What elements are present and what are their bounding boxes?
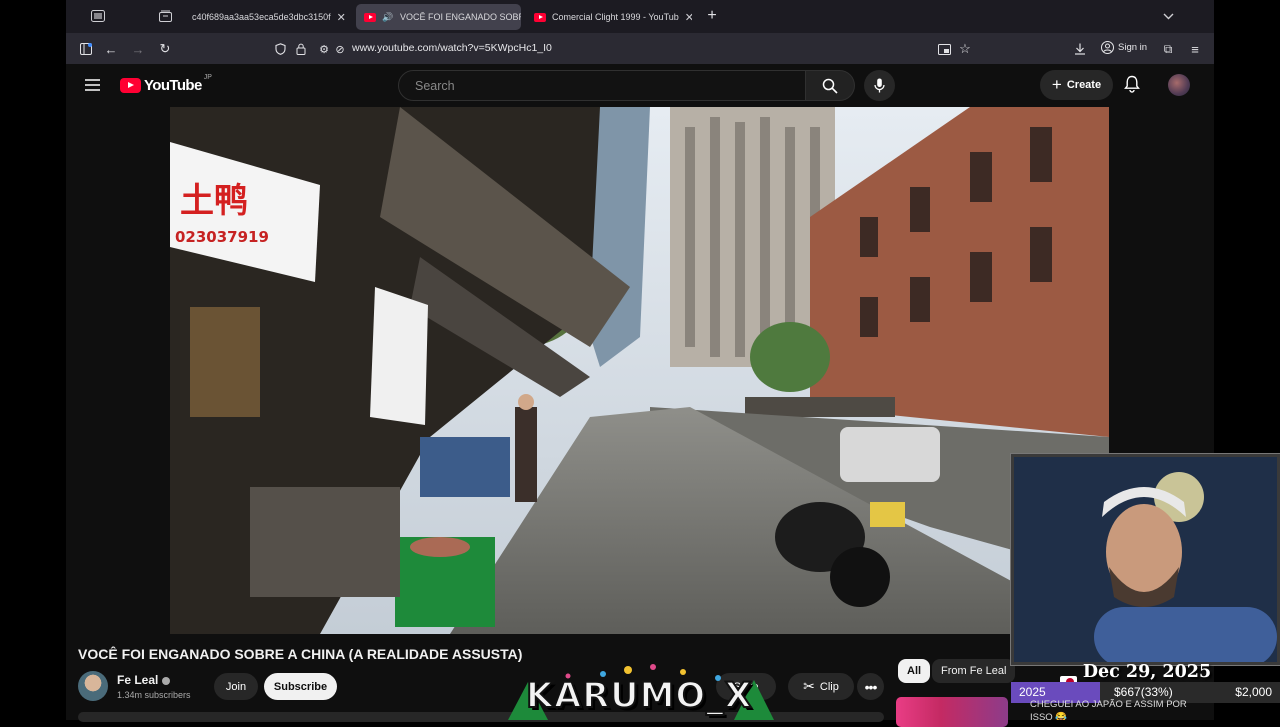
youtube-wordmark: YouTube [144,77,202,94]
goal-target: $2,000 [1235,685,1272,699]
close-icon[interactable]: ✕ [331,11,346,24]
youtube-header: YouTube JP + Create [66,64,1214,107]
forward-arrow-icon[interactable]: → [128,39,148,59]
sign-in-label: Sign in [1118,42,1148,53]
recommended-video-thumbnail[interactable] [896,697,1008,727]
region-code: JP [203,74,212,81]
video-frame: 土鸭 023037919 [170,107,1109,634]
youtube-favicon-icon [364,11,376,23]
sidebar-toggle-icon[interactable] [88,6,108,26]
subscribe-button[interactable]: Subscribe [264,673,337,700]
voice-search-button[interactable] [864,70,895,101]
bookmark-star-icon[interactable]: ☆ [955,39,975,59]
tab-3[interactable]: Comercial Clight 1999 - YouTub ✕ [526,4,692,30]
youtube-logo[interactable]: YouTube JP [120,74,212,94]
tracking-protection-icon[interactable] [270,39,290,59]
goal-amount: $667(33%) [1114,685,1173,699]
channel-avatar[interactable] [78,671,108,701]
sign-in-button[interactable]: Sign in [1101,41,1147,54]
chevron-down-icon[interactable] [1158,6,1178,26]
streamer-brand-text: KARUMO_X [525,675,753,717]
guide-menu-icon[interactable] [82,75,102,95]
tab-1-label: c40f689aa3aa53eca5de3dbc3150f [192,12,331,22]
tab-1[interactable]: c40f689aa3aa53eca5de3dbc3150f ✕ [184,4,352,30]
hamburger-menu-icon[interactable]: ≡ [1185,39,1205,59]
search-input[interactable] [399,71,805,100]
new-tab-plus-icon[interactable]: + [702,6,722,26]
create-button[interactable]: + Create [1040,70,1113,100]
account-avatar[interactable] [1168,74,1190,96]
recommended-video-title[interactable]: CHEGUEI AO JAPÃO E ASSIM POR ISSO 😂 [1030,698,1190,720]
video-player[interactable]: 土鸭 023037919 [170,107,1109,634]
notifications-bell-icon[interactable] [1124,75,1140,98]
tab-2-label: VOCÊ FOI ENGANADO SOBR [400,12,521,22]
microphone-icon [874,78,885,93]
plus-icon: + [1051,75,1062,94]
picture-in-picture-icon[interactable] [934,39,954,59]
youtube-play-icon [120,78,141,93]
webcam-feed [1014,457,1277,662]
tab-manager-icon[interactable] [155,6,175,26]
shop-sign-phone: 023037919 [175,228,269,246]
tab-2[interactable]: 🔊 VOCÊ FOI ENGANADO SOBR ✕ [356,4,521,30]
address-bar-url[interactable]: www.youtube.com/watch?v=5KWpcHc1_I0 [352,42,552,54]
navigation-bar: ← → ↻ ⚙ ⊘ www.youtube.com/watch?v=5KWpcH… [66,33,1214,64]
chip-all[interactable]: All [898,659,931,683]
verified-badge-icon [162,676,171,685]
create-label: Create [1066,79,1102,91]
lock-icon[interactable] [291,39,311,59]
subscriber-count: 1.34m subscribers [117,690,191,700]
join-button[interactable]: Join [214,673,258,700]
channel-name-label: Fe Leal [117,673,159,687]
account-icon [1101,41,1114,54]
speaker-icon[interactable]: 🔊 [382,11,394,23]
clip-button[interactable]: ✂ Clip [788,673,854,700]
sidebar-icon[interactable] [76,39,96,59]
youtube-favicon-icon [534,11,546,23]
video-title: VOCÊ FOI ENGANADO SOBRE A CHINA (A REALI… [78,646,523,662]
webcam-overlay [1010,453,1280,666]
shop-sign-characters: 土鸭 [180,181,248,221]
clip-label: Clip [819,680,839,693]
chip-from-channel[interactable]: From Fe Leal [932,659,1016,683]
scissors-icon: ✂ [803,678,815,694]
channel-name[interactable]: Fe Leal [117,673,171,687]
more-actions-button[interactable]: ••• [857,673,884,700]
more-horizontal-icon: ••• [864,678,878,695]
streamer-logo-overlay: KARUMO_X [508,662,774,720]
goal-year: 2025 [1019,685,1046,699]
close-icon[interactable]: ✕ [679,11,692,24]
tab-strip: c40f689aa3aa53eca5de3dbc3150f ✕ 🔊 VOCÊ F… [66,0,1214,33]
search-button[interactable] [806,70,855,101]
reload-icon[interactable]: ↻ [155,39,175,59]
search-icon [822,78,838,94]
autoplay-blocked-icon[interactable]: ⊘ [330,39,350,59]
download-icon[interactable] [1070,39,1090,59]
search-box [398,70,806,101]
extensions-icon[interactable]: ⧉ [1158,39,1178,59]
tab-3-label: Comercial Clight 1999 - YouTub [552,12,679,22]
back-arrow-icon[interactable]: ← [101,39,121,59]
